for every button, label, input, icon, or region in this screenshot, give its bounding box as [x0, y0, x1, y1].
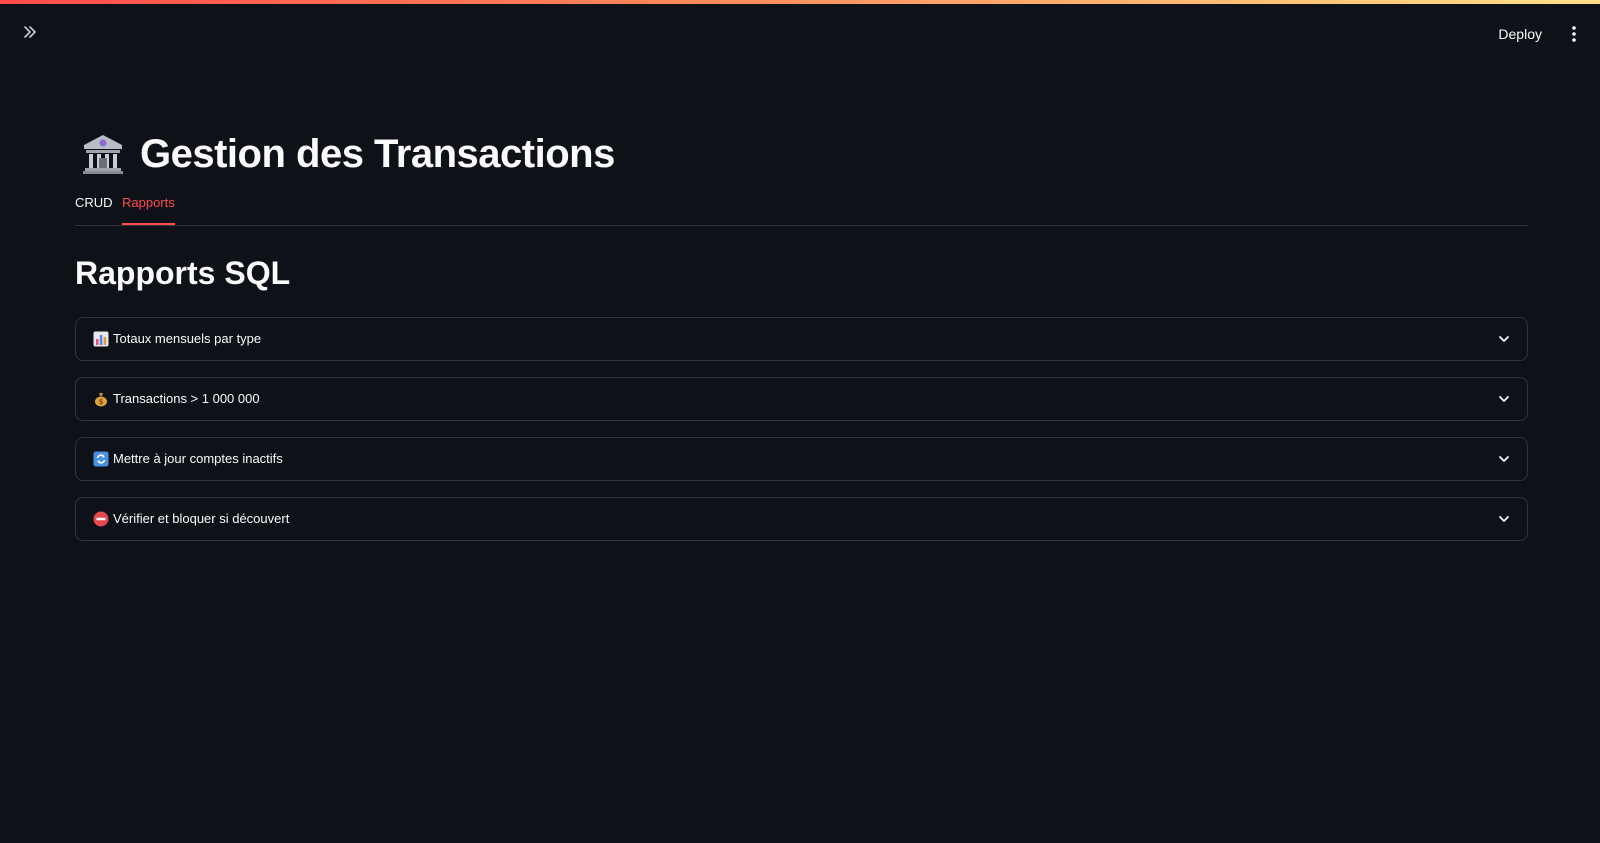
- tab-rapports[interactable]: Rapports: [122, 192, 175, 225]
- refresh-icon: [93, 451, 109, 467]
- expander-comptes-inactifs[interactable]: Mettre à jour comptes inactifs: [75, 437, 1528, 481]
- section-title: Rapports SQL: [75, 255, 291, 291]
- app-header: Deploy: [0, 4, 1600, 62]
- expander-label: Totaux mensuels par type: [113, 331, 262, 346]
- no-entry-icon: [93, 511, 109, 527]
- bank-icon: [83, 135, 123, 174]
- expander-transactions-million[interactable]: $ Transactions > 1 000 000: [75, 377, 1528, 421]
- expander-totaux-mensuels[interactable]: Totaux mensuels par type: [75, 317, 1528, 361]
- chevron-down-icon: [1499, 336, 1509, 342]
- vertical-dots-icon: [1572, 26, 1576, 42]
- deploy-button[interactable]: Deploy: [1490, 19, 1550, 49]
- main-menu-button[interactable]: [1562, 19, 1586, 49]
- chevron-down-icon: [1499, 396, 1509, 402]
- chevron-down-icon: [1499, 516, 1509, 522]
- expander-label: Vérifier et bloquer si découvert: [113, 511, 290, 526]
- page-title: Gestion des Transactions: [140, 131, 615, 176]
- expand-sidebar-button[interactable]: [16, 18, 44, 46]
- tab-bar: CRUD Rapports: [75, 192, 1528, 226]
- expander-label: Mettre à jour comptes inactifs: [113, 451, 283, 466]
- bar-chart-icon: [93, 331, 109, 347]
- chevron-down-icon: [1499, 456, 1509, 462]
- svg-text:$: $: [99, 398, 104, 406]
- page-header: Gestion des Transactions: [80, 126, 615, 182]
- tab-crud[interactable]: CRUD: [75, 192, 113, 224]
- double-chevron-right-icon: [24, 26, 36, 38]
- expander-label: Transactions > 1 000 000: [113, 391, 260, 406]
- money-bag-icon: $: [95, 393, 107, 407]
- expander-verifier-decouvert[interactable]: Vérifier et bloquer si découvert: [75, 497, 1528, 541]
